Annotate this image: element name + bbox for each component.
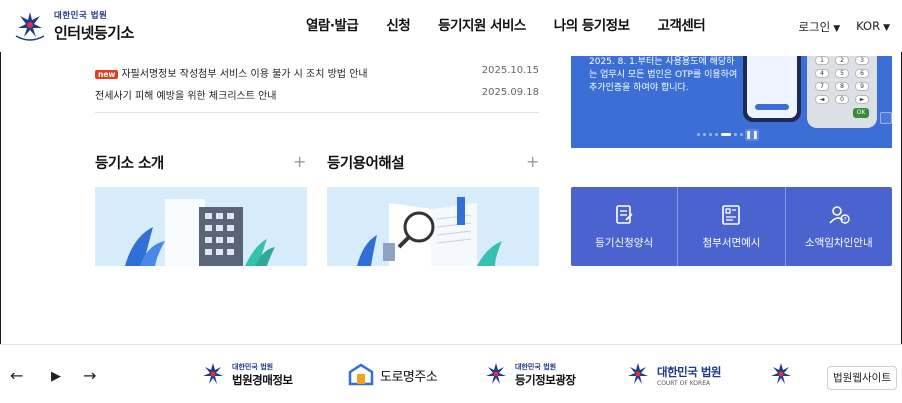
document-example-icon (722, 205, 741, 225)
otp-key: 1 (815, 56, 829, 65)
pagination-dot[interactable] (715, 133, 718, 136)
site-title: 등기정보광장 (515, 373, 576, 387)
notice-date: 2025.10.15 (481, 65, 539, 76)
otp-ok-key: OK (853, 108, 869, 118)
intro-card[interactable] (95, 187, 307, 266)
login-label: 로그인 (798, 20, 831, 34)
court-website-button[interactable]: 법원웹사이트 (827, 366, 897, 390)
main-nav: 열람·발급 신청 등기지원 서비스 나의 등기정보 고객센터 (296, 14, 715, 34)
notice-divider (95, 112, 539, 113)
site-subtitle: COURT OF KOREA (657, 379, 711, 387)
otp-key: 7 (815, 82, 829, 91)
court-emblem-icon (628, 363, 648, 384)
site-subtitle: 대한민국 법원 (515, 363, 557, 371)
quick-link-small-tenant-guide[interactable]: ? 소액임차인안내 (786, 187, 892, 266)
site-court-auction[interactable]: 대한민국 법원 법원경매정보 (198, 360, 293, 390)
glossary-more-icon[interactable]: + (526, 154, 539, 170)
otp-key: 2 (835, 56, 849, 65)
quick-link-label: 소액임차인안내 (805, 237, 873, 249)
otp-key: ◄ (815, 95, 829, 104)
nav-view-issue[interactable]: 열람·발급 (296, 14, 368, 34)
nav-customer-center[interactable]: 고객센터 (648, 14, 716, 34)
pagination-dot[interactable] (709, 133, 712, 136)
pagination-dot[interactable] (697, 133, 700, 136)
notice-item[interactable]: 전세사기 피해 예방을 위한 체크리스트 안내 2025.09.18 (95, 87, 539, 102)
form-icon (616, 205, 633, 224)
new-badge: new (95, 70, 119, 79)
otp-device-illustration: 1 2 3 4 5 6 7 8 9 ◄ 0 ► OK (807, 56, 877, 128)
pagination-dot[interactable] (740, 133, 743, 136)
otp-key: 8 (835, 82, 849, 91)
otp-key: 6 (855, 69, 869, 78)
otp-key: 5 (835, 69, 849, 78)
pagination-dot[interactable] (734, 133, 737, 136)
notice-date: 2025.09.18 (481, 87, 539, 98)
banner-pagination (697, 133, 743, 136)
prev-arrow-icon[interactable]: ← (10, 366, 23, 385)
notice-item[interactable]: new 자필서명정보 작성첨부 서비스 이용 불가 시 조치 방법 안내 2025… (95, 65, 539, 80)
glossary-section-title[interactable]: 등기용어해설 (327, 152, 405, 173)
logo-subtitle: 대한민국 법원 (54, 11, 108, 21)
tenant-info-icon: ? (829, 206, 850, 224)
quick-links-panel: 등기신청양식 첨부서면예시 ? 소액임차인안내 (571, 187, 892, 266)
glossary-card[interactable] (327, 187, 539, 266)
quick-link-attachment-examples[interactable]: 첨부서면예시 (678, 187, 786, 266)
court-emblem-icon (12, 8, 48, 44)
language-label: KOR (856, 19, 881, 33)
pause-icon[interactable]: ❚❚ (745, 129, 759, 141)
road-address-logo-icon (348, 363, 374, 386)
banner-text: 2025. 8. 1.부터는 사용용도에 해당하는 업무시 모든 법인은 OTP… (589, 57, 738, 93)
chevron-down-icon: ▼ (883, 23, 890, 33)
otp-key: 3 (855, 56, 869, 65)
building-illustration (125, 199, 275, 266)
otp-key: 0 (835, 95, 849, 104)
otp-key: ► (855, 95, 869, 104)
site-partial-logo[interactable] (766, 360, 796, 390)
play-icon[interactable]: ▶ (51, 369, 61, 384)
chevron-down-icon: ▼ (833, 24, 841, 34)
pagination-dot[interactable] (703, 133, 706, 136)
quick-link-application-forms[interactable]: 등기신청양식 (571, 187, 679, 266)
site-title: 대한민국 법원 (657, 364, 721, 379)
site-supreme-court[interactable]: 대한민국 법원 COURT OF KOREA (623, 360, 721, 390)
site-logo[interactable]: 대한민국 법원 인터넷등기소 (10, 6, 145, 46)
language-menu[interactable]: KOR ▼ (856, 19, 890, 35)
book-illustration (357, 197, 502, 266)
otp-key: 9 (855, 82, 869, 91)
banner-side-tab[interactable] (880, 112, 892, 124)
utility-menu: 로그인 ▼ KOR ▼ (798, 19, 890, 35)
site-header: 대한민국 법원 인터넷등기소 열람·발급 신청 등기지원 서비스 나의 등기정보… (0, 0, 902, 52)
otp-key: 4 (815, 69, 829, 78)
court-emblem-icon (203, 363, 223, 384)
nav-my-registry[interactable]: 나의 등기정보 (544, 14, 640, 34)
site-title: 도로명주소 (380, 369, 438, 385)
phone-illustration (743, 56, 801, 122)
nav-support-service[interactable]: 등기지원 서비스 (428, 14, 536, 34)
intro-more-icon[interactable]: + (293, 154, 306, 170)
notice-title: 자필서명정보 작성첨부 서비스 이용 불가 시 조치 방법 안내 (121, 69, 368, 80)
notice-title: 전세사기 피해 예방을 위한 체크리스트 안내 (95, 91, 277, 102)
logo-title: 인터넷등기소 (54, 24, 134, 42)
login-menu[interactable]: 로그인 ▼ (798, 19, 840, 35)
site-registry-plaza[interactable]: 대한민국 법원 등기정보광장 (481, 360, 576, 390)
court-emblem-icon (486, 363, 506, 384)
pagination-dot-active[interactable] (721, 133, 731, 136)
nav-apply[interactable]: 신청 (376, 14, 420, 34)
next-arrow-icon[interactable]: → (83, 366, 96, 385)
court-emblem-icon (771, 363, 791, 384)
site-road-address[interactable]: 도로명주소 (346, 360, 438, 390)
quick-link-label: 등기신청양식 (595, 237, 654, 249)
site-subtitle: 대한민국 법원 (232, 363, 274, 371)
site-title: 법원경매정보 (232, 373, 293, 387)
svg-text:?: ? (843, 217, 846, 224)
intro-section-title[interactable]: 등기소 소개 (95, 152, 164, 173)
quick-link-label: 첨부서면예시 (702, 237, 761, 249)
